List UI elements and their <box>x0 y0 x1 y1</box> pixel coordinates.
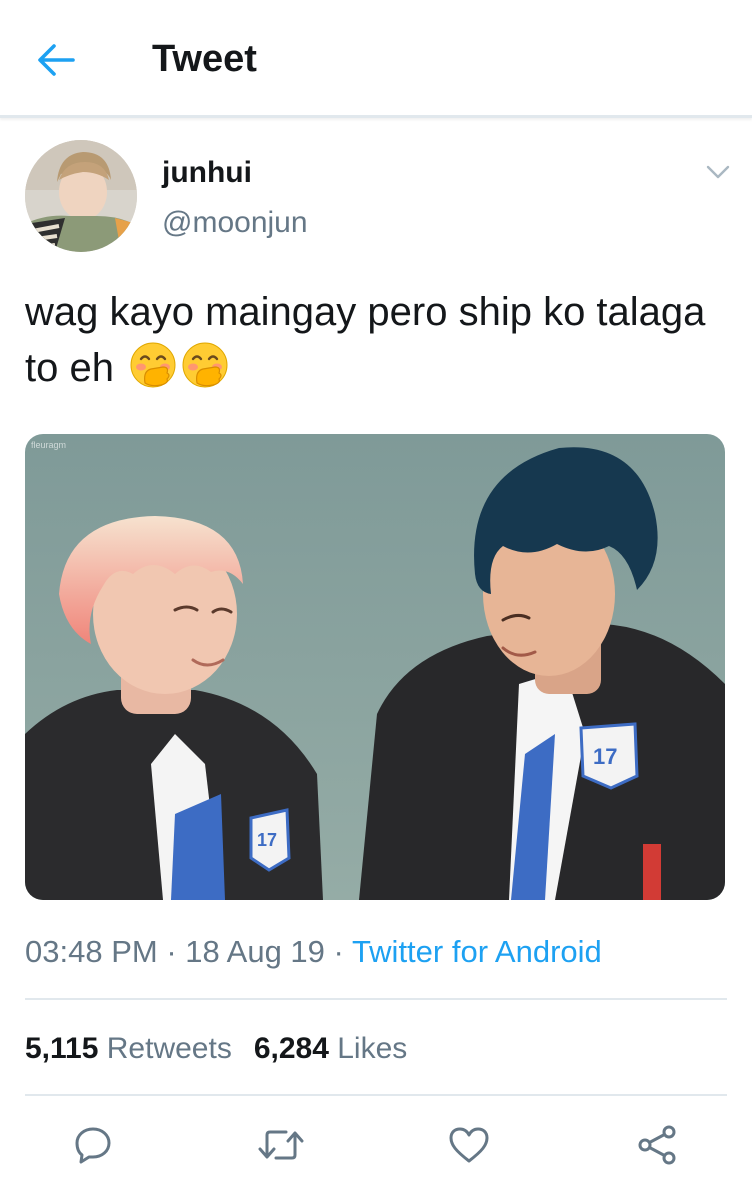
face-with-hand-over-mouth-emoji <box>182 342 228 388</box>
svg-text:17: 17 <box>593 744 617 769</box>
divider <box>25 1094 727 1096</box>
tweet-time: 03:48 PM <box>25 934 158 969</box>
tweet-text: wag kayo maingay pero ship ko talaga to … <box>25 284 725 396</box>
retweets-stat[interactable]: 5,115 Retweets <box>25 1032 232 1065</box>
author-handle[interactable]: @moonjun <box>162 206 308 240</box>
tweet-source-link[interactable]: Twitter for Android <box>352 934 602 969</box>
page-title: Tweet <box>152 38 257 80</box>
share-button[interactable] <box>632 1120 682 1170</box>
tweet-date: 18 Aug 19 <box>185 934 325 969</box>
tweet-photo[interactable]: fleuragm 17 17 <box>25 434 725 900</box>
retweets-count: 5,115 <box>25 1032 99 1065</box>
like-icon <box>449 1127 489 1163</box>
meta-separator: · <box>166 934 177 969</box>
tweet-meta: 03:48 PM · 18 Aug 19 · Twitter for Andro… <box>25 934 602 970</box>
tweet-stats: 5,115 Retweets 6,284 Likes <box>25 1032 407 1066</box>
likes-count: 6,284 <box>253 1032 329 1065</box>
reply-icon <box>75 1127 111 1164</box>
divider <box>25 998 727 1000</box>
tweet-body: wag kayo maingay pero ship ko talaga to … <box>25 290 706 390</box>
photo-watermark: fleuragm <box>31 440 66 450</box>
retweets-label: Retweets <box>106 1032 232 1065</box>
retweet-icon <box>258 1130 304 1160</box>
like-button[interactable] <box>444 1120 494 1170</box>
chevron-down-icon <box>706 165 730 179</box>
likes-label: Likes <box>337 1032 408 1065</box>
retweet-button[interactable] <box>256 1120 306 1170</box>
face-with-hand-over-mouth-emoji <box>130 342 176 388</box>
avatar[interactable] <box>25 140 137 252</box>
meta-separator: · <box>333 934 344 969</box>
likes-stat[interactable]: 6,284 Likes <box>254 1032 407 1065</box>
author-display-name[interactable]: junhui <box>162 156 252 190</box>
more-options-button[interactable] <box>700 156 736 188</box>
svg-text:17: 17 <box>257 830 277 850</box>
reply-button[interactable] <box>68 1120 118 1170</box>
share-icon <box>638 1125 676 1165</box>
arrow-left-icon <box>38 44 75 76</box>
top-bar: Tweet <box>0 0 752 118</box>
back-button[interactable] <box>30 36 82 84</box>
